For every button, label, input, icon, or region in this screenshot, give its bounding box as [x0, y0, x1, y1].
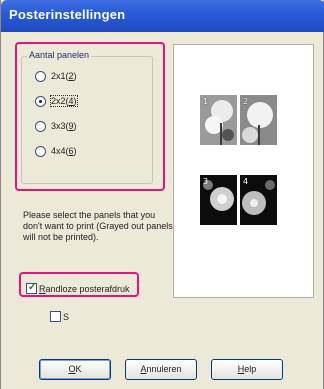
- radio-label: 2x1: [51, 71, 66, 81]
- ok-mnemonic: O: [68, 364, 76, 374]
- radio-label: 4x4: [51, 146, 66, 156]
- panel-number: 4: [243, 177, 249, 186]
- borderless-label[interactable]: Randloze posterafdruk: [39, 284, 130, 294]
- help-button[interactable]: Help: [211, 359, 283, 380]
- checkmark-icon: ✓: [28, 282, 37, 293]
- radio-button[interactable]: [35, 71, 46, 82]
- panel-number: 1: [203, 97, 209, 106]
- radio-mnemonic: 4: [68, 96, 74, 106]
- radio-label: 2x2: [51, 96, 66, 106]
- radio-mnemonic: 9: [68, 121, 74, 131]
- second-checkbox-label: S: [63, 312, 70, 322]
- help-label: elp: [244, 364, 257, 374]
- panel-tile-3[interactable]: 3: [200, 175, 237, 225]
- panel-count-label: Aantal panelen: [27, 50, 92, 60]
- ok-label: K: [75, 364, 82, 374]
- second-checkbox[interactable]: [50, 311, 61, 322]
- poster-settings-dialog: Posterinstellingen Aantal panelen 2x1(2)…: [0, 0, 324, 389]
- cancel-label: nnuleren: [146, 364, 182, 374]
- radio-mnemonic: 2: [68, 71, 74, 81]
- title-bar[interactable]: Posterinstellingen: [1, 0, 324, 32]
- poster-preview: 1 2 3 4: [173, 44, 314, 298]
- panel-tile-4[interactable]: 4: [240, 175, 277, 225]
- instruction-text: Please select the panels that you don't …: [23, 210, 173, 242]
- window-title: Posterinstellingen: [9, 7, 126, 22]
- borderless-checkbox[interactable]: ✓: [26, 282, 37, 294]
- panel-tile-2[interactable]: 2: [240, 95, 277, 145]
- radio-label: 3x3: [51, 121, 66, 131]
- cancel-button[interactable]: Annuleren: [125, 359, 197, 380]
- ok-button[interactable]: OK: [39, 359, 111, 380]
- panel-number: 2: [243, 97, 249, 106]
- radio-button[interactable]: [35, 96, 46, 107]
- radio-button[interactable]: [35, 146, 46, 157]
- panel-tile-1[interactable]: 1: [200, 95, 237, 145]
- radio-selected-dot: [39, 100, 42, 103]
- borderless-label-rest: andloze posterafdruk: [45, 284, 130, 294]
- radio-mnemonic: 6: [68, 146, 74, 156]
- panel-number: 3: [203, 177, 209, 186]
- radio-button[interactable]: [35, 121, 46, 132]
